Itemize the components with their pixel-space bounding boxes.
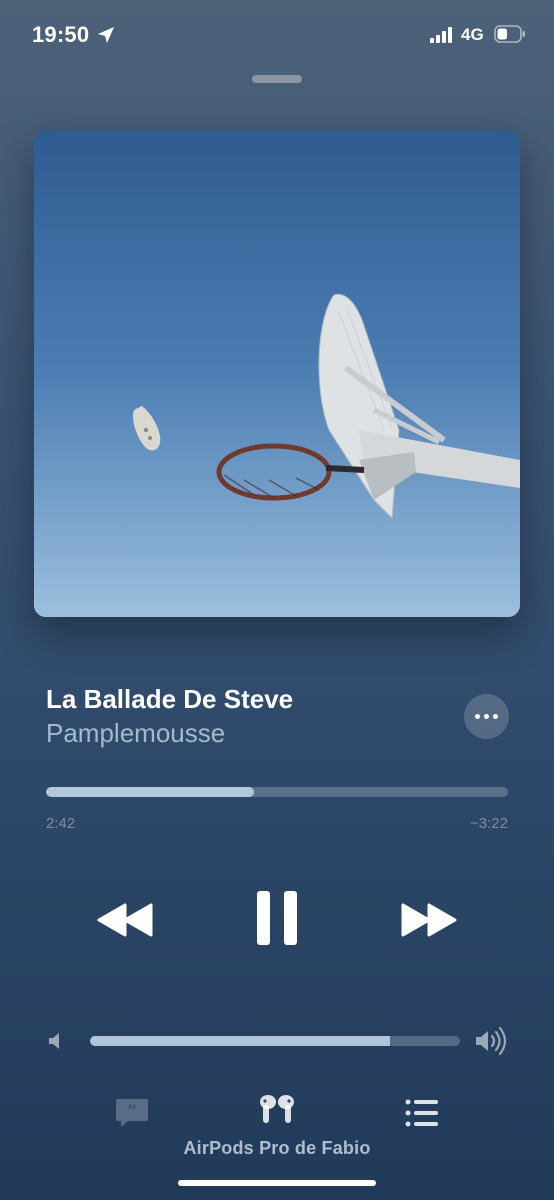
rewind-icon — [97, 903, 153, 937]
basketball-hoop-image — [34, 130, 520, 617]
queue-list-icon[interactable] — [404, 1097, 440, 1129]
cellular-signal-icon — [430, 27, 452, 43]
fast-forward-icon — [401, 903, 457, 937]
sheet-grabber[interactable] — [252, 75, 302, 83]
battery-icon — [494, 25, 525, 43]
elapsed-time: 2:42 — [46, 815, 76, 832]
lyrics-icon[interactable]: ” — [114, 1095, 150, 1131]
location-arrow-icon — [98, 27, 114, 43]
home-indicator[interactable] — [178, 1180, 376, 1186]
airpods-icon[interactable] — [254, 1093, 300, 1129]
ellipsis-icon — [475, 714, 480, 719]
network-type: 4G — [461, 25, 484, 44]
playback-scrubber[interactable] — [46, 787, 508, 797]
playback-progress-fill — [46, 787, 254, 797]
speaker-low-icon — [49, 1033, 59, 1049]
more-options-button[interactable] — [464, 694, 509, 739]
ellipsis-icon — [493, 714, 498, 719]
airplay-device-name[interactable]: AirPods Pro de Fabio — [0, 1138, 554, 1159]
song-title: La Ballade De Steve — [46, 684, 294, 714]
fast-forward-button[interactable] — [396, 895, 462, 945]
svg-text:”: ” — [127, 1101, 138, 1120]
volume-slider[interactable] — [90, 1036, 460, 1046]
album-artwork — [34, 130, 520, 617]
status-bar: 19:50 4G — [0, 0, 554, 70]
speaker-high-icon — [476, 1027, 507, 1055]
status-time: 19:50 — [32, 22, 90, 47]
rewind-button[interactable] — [92, 895, 158, 945]
volume-fill — [90, 1036, 390, 1046]
pause-icon — [257, 891, 297, 945]
artist-name[interactable]: Pamplemousse — [46, 718, 225, 749]
remaining-time: −3:22 — [470, 815, 508, 832]
pause-button[interactable] — [250, 885, 304, 951]
ellipsis-icon — [484, 714, 489, 719]
